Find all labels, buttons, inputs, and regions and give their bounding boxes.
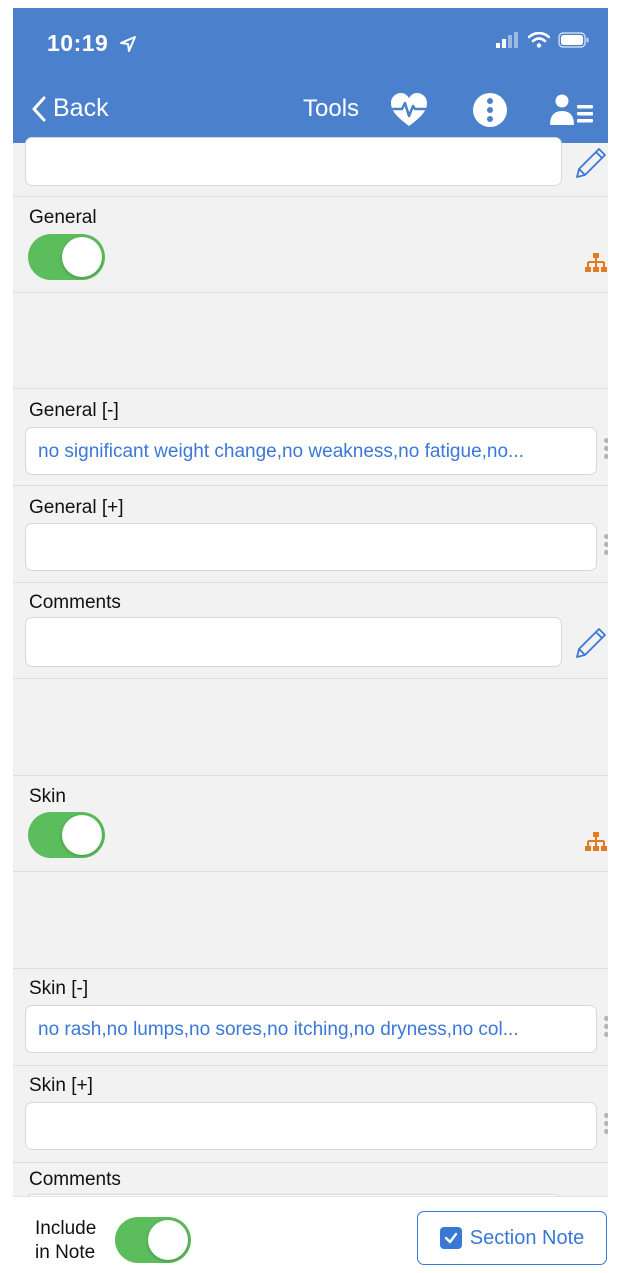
status-icons	[496, 32, 590, 48]
skin-positive-row: Skin [+]	[13, 1065, 608, 1163]
general-toggle[interactable]	[28, 234, 105, 280]
include-in-note-label: Include in Note	[35, 1218, 97, 1263]
tools-button[interactable]: Tools	[303, 95, 359, 123]
toggle-knob	[148, 1220, 188, 1260]
app-header: 10:19 Back Tools	[13, 8, 608, 143]
general-comments-field[interactable]	[25, 617, 562, 667]
signal-icon	[496, 32, 518, 48]
general-negative-row: General [-] no significant weight change…	[13, 388, 608, 486]
general-negative-field[interactable]: no significant weight change,no weakness…	[25, 427, 597, 475]
chevron-left-icon	[32, 96, 46, 121]
footer-bar: Include in Note Section Note	[13, 1196, 608, 1273]
hierarchy-icon[interactable]	[585, 831, 607, 853]
skin-negative-label: Skin [-]	[29, 978, 89, 999]
skin-positive-label: Skin [+]	[29, 1075, 93, 1096]
spacer-row	[13, 678, 608, 776]
hierarchy-icon[interactable]	[585, 252, 607, 274]
include-in-note-toggle[interactable]	[115, 1217, 191, 1263]
general-positive-label: General [+]	[29, 497, 124, 518]
drag-handle[interactable]	[604, 531, 608, 558]
general-comments-row: Comments	[13, 582, 608, 679]
status-time: 10:19	[47, 30, 137, 57]
general-section-row: General	[13, 196, 608, 293]
spacer-row	[13, 292, 608, 389]
top-comments-row	[13, 137, 608, 197]
location-arrow-icon	[120, 36, 137, 52]
section-note-label: Section Note	[469, 1226, 585, 1249]
toggle-knob	[62, 815, 102, 855]
more-icon[interactable]	[472, 92, 508, 128]
pencil-icon[interactable]	[572, 624, 608, 662]
toggle-knob	[62, 237, 102, 277]
drag-handle[interactable]	[604, 435, 608, 462]
skin-comments-label: Comments	[29, 1169, 121, 1190]
general-label: General	[29, 207, 97, 228]
battery-icon	[558, 32, 589, 48]
back-button[interactable]: Back	[31, 94, 109, 123]
wifi-icon	[528, 32, 550, 48]
general-negative-label: General [-]	[29, 400, 119, 421]
user-list-icon[interactable]	[549, 92, 595, 128]
heart-pulse-icon[interactable]	[389, 92, 429, 128]
general-comments-label: Comments	[29, 592, 121, 613]
skin-label: Skin	[29, 786, 66, 807]
drag-handle[interactable]	[604, 1013, 608, 1040]
skin-positive-field[interactable]	[25, 1102, 597, 1150]
drag-handle[interactable]	[604, 1110, 608, 1137]
general-positive-row: General [+]	[13, 485, 608, 583]
skin-negative-field[interactable]: no rash,no lumps,no sores,no itching,no …	[25, 1005, 597, 1053]
checkbox-icon	[439, 1227, 462, 1249]
general-positive-field[interactable]	[25, 523, 597, 571]
top-comments-field[interactable]	[25, 137, 562, 186]
pencil-icon[interactable]	[572, 144, 608, 182]
back-label: Back	[53, 94, 109, 122]
skin-negative-row: Skin [-] no rash,no lumps,no sores,no it…	[13, 968, 608, 1066]
section-note-button[interactable]: Section Note	[417, 1211, 607, 1265]
skin-section-row: Skin	[13, 775, 608, 872]
screen: 10:19 Back Tools General General [-] no …	[13, 8, 608, 1273]
skin-toggle[interactable]	[28, 812, 105, 858]
spacer-row	[13, 871, 608, 969]
